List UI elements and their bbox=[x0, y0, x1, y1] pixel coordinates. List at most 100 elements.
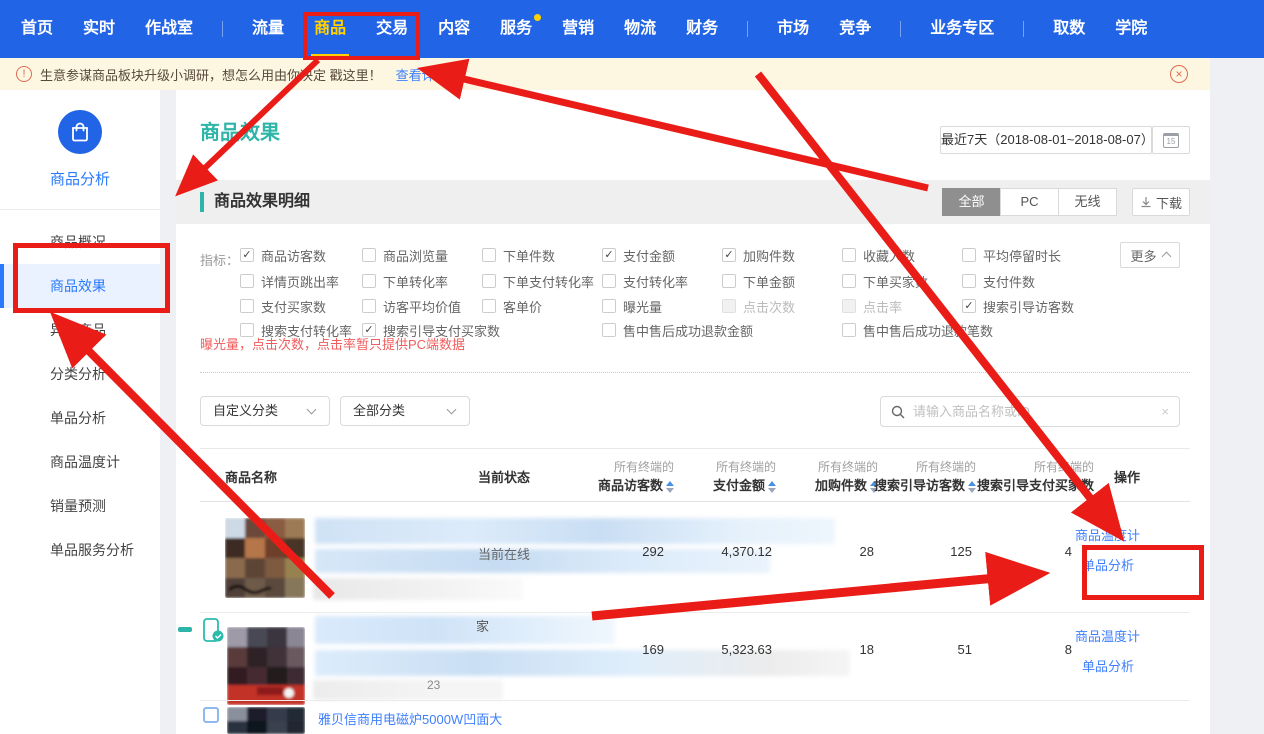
metric-product-views[interactable]: 商品浏览量 bbox=[362, 246, 482, 265]
sidebar-item-sales-forecast[interactable]: 销量预测 bbox=[0, 484, 160, 528]
checkbox-icon bbox=[962, 274, 976, 288]
metric-detail-bounce-rate[interactable]: 详情页跳出率 bbox=[240, 272, 362, 291]
checkbox-icon bbox=[362, 274, 376, 288]
metric-pay-buyers[interactable]: 支付买家数 bbox=[240, 297, 362, 316]
nav-item-data-extract[interactable]: 取数 bbox=[1038, 0, 1100, 58]
nav-item-marketing[interactable]: 营销 bbox=[547, 0, 609, 58]
product-image[interactable] bbox=[225, 518, 305, 598]
checkbox-icon bbox=[962, 248, 976, 262]
checkbox-icon bbox=[962, 299, 976, 313]
sidebar-item-abnormal-products[interactable]: 异常商品 bbox=[0, 308, 160, 352]
metric-clicks[interactable]: 点击次数 bbox=[722, 297, 842, 316]
metric-search-guided-visitors[interactable]: 搜索引导访客数 bbox=[962, 297, 1082, 316]
metric-pay-conversion[interactable]: 支付转化率 bbox=[602, 272, 722, 291]
nav-divider bbox=[1023, 21, 1024, 37]
close-icon[interactable]: × bbox=[1170, 65, 1188, 83]
sidebar-item-category-analysis[interactable]: 分类分析 bbox=[0, 352, 160, 396]
text-fragment: 23 bbox=[427, 678, 440, 692]
nav-item-finance[interactable]: 财务 bbox=[671, 0, 733, 58]
metric-payment-amount[interactable]: 支付金额 bbox=[602, 246, 722, 265]
metric-impressions[interactable]: 曝光量 bbox=[602, 297, 722, 316]
nav-item-logistics[interactable]: 物流 bbox=[609, 0, 671, 58]
col-visitors-sort[interactable]: 所有终端的 商品访客数 bbox=[564, 449, 674, 503]
product-thermometer-link[interactable]: 商品温度计 bbox=[1075, 626, 1140, 645]
blurred-text bbox=[313, 578, 523, 600]
custom-category-dropdown[interactable]: 自定义分类 bbox=[200, 396, 330, 426]
metric-click-rate[interactable]: 点击率 bbox=[842, 297, 962, 316]
nav-item-trade[interactable]: 交易 bbox=[361, 0, 423, 58]
checkbox-icon bbox=[602, 323, 616, 337]
single-product-analysis-link[interactable]: 单品分析 bbox=[1082, 656, 1134, 675]
metric-order-conversion[interactable]: 下单转化率 bbox=[362, 272, 482, 291]
cart-value: 18 bbox=[860, 642, 874, 657]
nav-item-academy[interactable]: 学院 bbox=[1100, 0, 1162, 58]
sidebar-item-single-product-analysis[interactable]: 单品分析 bbox=[0, 396, 160, 440]
metric-favorites[interactable]: 收藏人数 bbox=[842, 246, 962, 265]
sidebar-item-product-thermometer[interactable]: 商品温度计 bbox=[0, 440, 160, 484]
metric-order-buyers[interactable]: 下单买家数 bbox=[842, 272, 962, 291]
metric-refund-amount[interactable]: 售中售后成功退款金额 bbox=[602, 321, 842, 340]
calendar-icon: 15 bbox=[1163, 133, 1179, 148]
metric-order-pay-conversion[interactable]: 下单支付转化率 bbox=[482, 272, 602, 291]
nav-item-content[interactable]: 内容 bbox=[423, 0, 485, 58]
nav-item-product[interactable]: 商品 bbox=[299, 0, 361, 58]
nav-item-business-zone[interactable]: 业务专区 bbox=[915, 0, 1009, 58]
nav-item-realtime[interactable]: 实时 bbox=[68, 0, 130, 58]
nav-item-market[interactable]: 市场 bbox=[762, 0, 824, 58]
tab-wireless[interactable]: 无线 bbox=[1058, 188, 1117, 216]
single-product-analysis-link[interactable]: 单品分析 bbox=[1082, 555, 1134, 574]
nav-divider bbox=[900, 21, 901, 37]
nav-item-home[interactable]: 首页 bbox=[6, 0, 68, 58]
product-thermometer-link[interactable]: 商品温度计 bbox=[1075, 525, 1140, 544]
col-product-name: 商品名称 bbox=[225, 449, 277, 503]
checkbox-badge-icon bbox=[203, 707, 219, 723]
nav-item-traffic[interactable]: 流量 bbox=[237, 0, 299, 58]
checkbox-icon bbox=[842, 299, 856, 313]
notice-detail-link[interactable]: 查看详情 bbox=[396, 65, 448, 84]
notice-text: 生意参谋商品板块升级小调研，想怎么用由你决定 戳这里！ bbox=[40, 65, 382, 84]
nav-item-war-room[interactable]: 作战室 bbox=[130, 0, 208, 58]
date-range-picker[interactable]: 最近7天（2018-08-01~2018-08-07） bbox=[940, 126, 1152, 154]
col-search-buyers[interactable]: 所有终端的 搜索引导支付买家数 bbox=[954, 449, 1094, 503]
metric-visitor-avg-value[interactable]: 访客平均价值 bbox=[362, 297, 482, 316]
checkbox-icon bbox=[362, 299, 376, 313]
sidebar-item-single-product-service[interactable]: 单品服务分析 bbox=[0, 528, 160, 572]
metric-refund-count[interactable]: 售中售后成功退款笔数 bbox=[842, 321, 993, 340]
metric-cart-items[interactable]: 加购件数 bbox=[722, 246, 842, 265]
calendar-button[interactable]: 15 bbox=[1152, 126, 1190, 154]
checkbox-icon bbox=[602, 248, 616, 262]
sidebar-item-product-overview[interactable]: 商品概况 bbox=[0, 220, 160, 264]
product-search-box: × bbox=[880, 396, 1180, 427]
nav-item-competition[interactable]: 竞争 bbox=[824, 0, 886, 58]
checkbox-icon bbox=[602, 274, 616, 288]
download-button[interactable]: 下载 bbox=[1132, 188, 1190, 216]
metric-order-items[interactable]: 下单件数 bbox=[482, 246, 602, 265]
metric-avg-order-value[interactable]: 客单价 bbox=[482, 297, 602, 316]
blurred-product-name bbox=[315, 549, 770, 573]
metric-avg-stay-time[interactable]: 平均停留时长 bbox=[962, 246, 1082, 265]
tab-pc[interactable]: PC bbox=[1000, 188, 1059, 216]
checkbox-icon bbox=[602, 299, 616, 313]
metric-order-amount[interactable]: 下单金额 bbox=[722, 272, 842, 291]
tab-all-terminals[interactable]: 全部 bbox=[942, 188, 1001, 216]
cart-value: 28 bbox=[860, 544, 874, 559]
section-title: 商品效果明细 bbox=[200, 192, 310, 212]
divider bbox=[0, 209, 160, 210]
sort-icon bbox=[666, 481, 674, 493]
metric-product-visitors[interactable]: 商品访客数 bbox=[240, 246, 362, 265]
sidebar-item-product-effect[interactable]: 商品效果 bbox=[0, 264, 160, 308]
all-category-dropdown[interactable]: 全部分类 bbox=[340, 396, 470, 426]
clear-icon[interactable]: × bbox=[1161, 404, 1169, 419]
product-name-link[interactable]: 雅贝信商用电磁炉5000W凹面大 bbox=[318, 709, 502, 728]
product-image[interactable] bbox=[227, 707, 305, 734]
checkbox-icon bbox=[842, 323, 856, 337]
metric-pay-items[interactable]: 支付件数 bbox=[962, 272, 1082, 291]
product-image[interactable] bbox=[227, 627, 305, 705]
search-input[interactable] bbox=[913, 404, 1161, 419]
sidebar: 商品分析 商品概况 商品效果 异常商品 分类分析 单品分析 商品温度计 销量预测… bbox=[0, 90, 160, 734]
nav-item-service[interactable]: 服务 bbox=[485, 0, 547, 58]
more-button[interactable]: 更多 bbox=[1120, 242, 1180, 268]
mobile-verified-badge-icon bbox=[202, 618, 224, 647]
checkbox-icon bbox=[482, 299, 496, 313]
col-payment-sort[interactable]: 所有终端的 支付金额 bbox=[676, 449, 776, 503]
